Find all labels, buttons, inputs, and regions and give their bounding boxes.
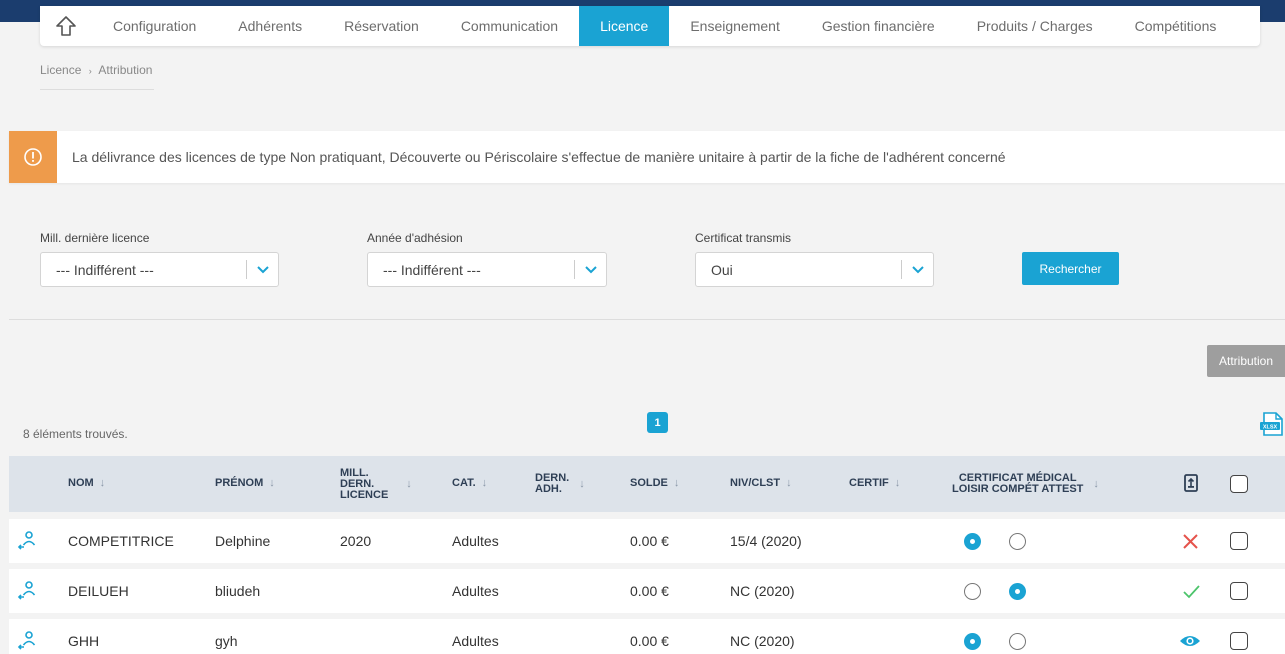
check-icon xyxy=(1182,569,1201,613)
breadcrumb-separator: › xyxy=(88,66,92,76)
chevron-down-icon xyxy=(575,265,606,274)
col-header-solde[interactable]: SOLDE ↓ xyxy=(630,478,679,489)
nav-item-adh-rents[interactable]: Adhérents xyxy=(217,6,323,46)
select-value: Oui xyxy=(711,261,733,278)
nav-item-produits-charges[interactable]: Produits / Charges xyxy=(956,6,1114,46)
chevron-down-icon xyxy=(247,265,278,274)
breadcrumb-current: Attribution xyxy=(98,63,153,77)
xlsx-export-icon[interactable]: XLSX xyxy=(1258,409,1285,439)
col-header-cat[interactable]: CAT. ↓ xyxy=(452,478,487,489)
home-button[interactable] xyxy=(40,6,92,46)
row-checkbox[interactable] xyxy=(1230,619,1248,654)
member-transfer-icon[interactable] xyxy=(17,569,37,613)
col-header-nom[interactable]: NOM ↓ xyxy=(68,478,105,489)
membership-year-select[interactable]: --- Indifférent --- xyxy=(367,252,607,287)
cell-prenom: Delphine xyxy=(215,533,271,549)
cell-prenom: bliudeh xyxy=(215,583,261,599)
radio-competition[interactable] xyxy=(1009,569,1026,613)
cell-solde: 0.00 € xyxy=(630,533,669,549)
alert-icon-box xyxy=(9,131,57,183)
select-value: --- Indifférent --- xyxy=(383,261,481,278)
col-header-certificat-medical[interactable]: CERTIFICAT MÉDICAL LOISIR COMPÉT ATTEST ↓ xyxy=(952,469,1099,499)
select-value: --- Indifférent --- xyxy=(56,261,154,278)
cell-solde: 0.00 € xyxy=(630,583,669,599)
alert-message: La délivrance des licences de type Non p… xyxy=(72,149,1006,165)
cell-cat: Adultes xyxy=(452,533,499,549)
cell-niv-clst: NC (2020) xyxy=(730,583,795,599)
warning-icon xyxy=(24,148,42,166)
radio-competition[interactable] xyxy=(1009,619,1026,654)
nav-item-comp-titions[interactable]: Compétitions xyxy=(1114,6,1238,46)
filter-label-certificate: Certificat transmis xyxy=(695,231,792,245)
col-header-prenom[interactable]: PRÉNOM ↓ xyxy=(215,478,275,489)
col-header-certif[interactable]: CERTIF ↓ xyxy=(849,478,900,489)
cell-nom: DEILUEH xyxy=(68,583,129,599)
cell-cat: Adultes xyxy=(452,633,499,649)
nav-item-licence[interactable]: Licence xyxy=(579,6,670,46)
filter-label-last-license: Mill. dernière licence xyxy=(40,231,150,245)
col-header-niv[interactable]: NIV/CLST ↓ xyxy=(730,478,792,489)
cell-cat: Adultes xyxy=(452,583,499,599)
radio-competition[interactable] xyxy=(1009,519,1026,563)
last-license-select[interactable]: --- Indifférent --- xyxy=(40,252,279,287)
result-count: 8 éléments trouvés. xyxy=(23,427,128,441)
main-navigation: Configuration Adhérents Réservation Communi… xyxy=(40,6,1260,46)
nav-item-r-servation[interactable]: Réservation xyxy=(323,6,440,46)
radio-loisir[interactable] xyxy=(964,569,981,613)
nav-item-configuration[interactable]: Configuration xyxy=(92,6,217,46)
cell-niv-clst: NC (2020) xyxy=(730,633,795,649)
nav-item-gestion-financi-re[interactable]: Gestion financière xyxy=(801,6,956,46)
cell-nom: GHH xyxy=(68,633,100,649)
eye-icon[interactable] xyxy=(1179,619,1201,654)
cell-prenom: gyh xyxy=(215,633,238,649)
breadcrumb-parent[interactable]: Licence xyxy=(40,63,81,77)
search-button[interactable]: Rechercher xyxy=(1022,252,1119,285)
divider xyxy=(9,319,1285,320)
cell-mill: 2020 xyxy=(340,533,372,549)
cell-solde: 0.00 € xyxy=(630,633,669,649)
home-arrow-icon xyxy=(56,16,76,36)
cell-nom: COMPETITRICE xyxy=(68,533,174,549)
filter-label-membership-year: Année d'adhésion xyxy=(367,231,463,245)
select-all-checkbox[interactable] xyxy=(1230,475,1248,493)
row-checkbox[interactable] xyxy=(1230,569,1248,613)
document-upload-icon[interactable] xyxy=(1184,474,1198,497)
nav-item-communication[interactable]: Communication xyxy=(440,6,579,46)
svg-text:XLSX: XLSX xyxy=(1263,425,1278,431)
row-checkbox[interactable] xyxy=(1230,519,1248,563)
radio-loisir[interactable] xyxy=(964,519,981,563)
breadcrumb-underline xyxy=(40,89,154,90)
col-header-dern[interactable]: DERN. ADH. ↓ xyxy=(535,467,585,501)
table-header: NOM ↓ PRÉNOM ↓ MILL. DERN. LICENCE ↓ CAT. ↓ D… xyxy=(9,456,1285,512)
table-row: COMPETITRICE Delphine 2020 Adultes 0.00 € 15/… xyxy=(9,519,1285,563)
table-row: GHH gyh Adultes 0.00 € NC (2020) xyxy=(9,619,1285,654)
certificate-select[interactable]: Oui xyxy=(695,252,934,287)
radio-loisir[interactable] xyxy=(964,619,981,654)
cell-niv-clst: 15/4 (2020) xyxy=(730,533,802,549)
pagination-page-1[interactable]: 1 xyxy=(647,412,668,433)
member-transfer-icon[interactable] xyxy=(17,519,37,563)
cross-icon xyxy=(1182,519,1199,563)
chevron-down-icon xyxy=(902,265,933,274)
table-row: DEILUEH bliudeh Adultes 0.00 € NC (2020) xyxy=(9,569,1285,613)
member-transfer-icon[interactable] xyxy=(17,619,37,654)
attribution-button[interactable]: Attribution xyxy=(1207,345,1285,377)
nav-item-enseignement[interactable]: Enseignement xyxy=(669,6,801,46)
col-header-mill[interactable]: MILL. DERN. LICENCE ↓ xyxy=(340,461,412,507)
breadcrumb: Licence › Attribution xyxy=(40,63,152,77)
info-alert: La délivrance des licences de type Non p… xyxy=(9,131,1285,183)
